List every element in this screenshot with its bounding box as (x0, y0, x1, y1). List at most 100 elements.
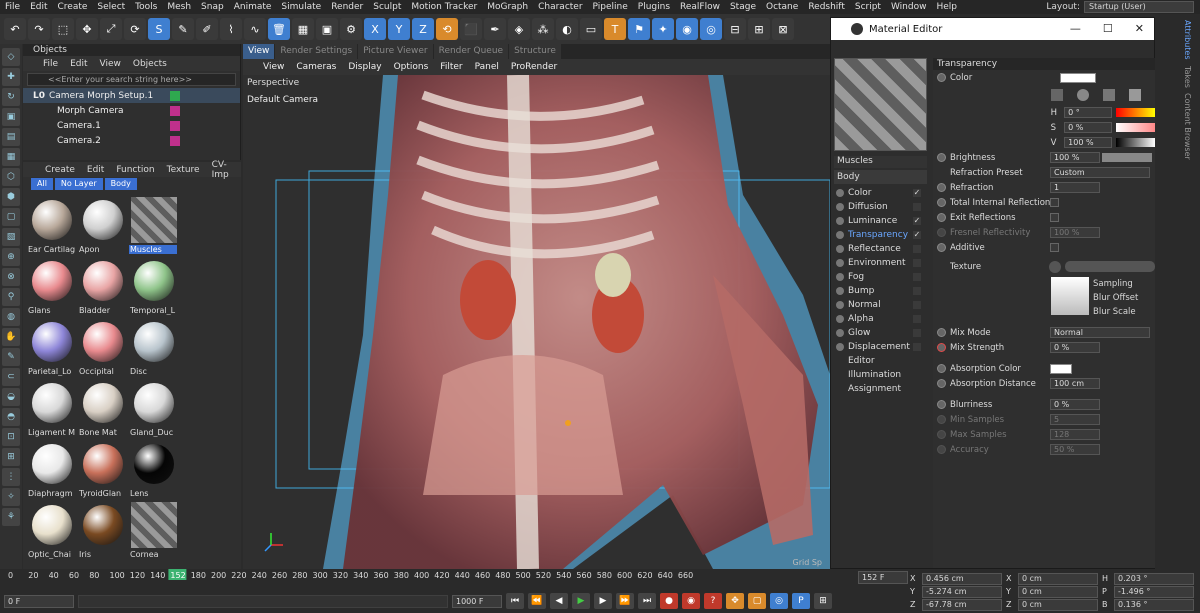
objects-menu-objects[interactable]: Objects (133, 59, 167, 69)
cloth-icon[interactable]: ✧ (2, 488, 20, 506)
channel-luminance[interactable]: Luminance ✓ (834, 214, 927, 228)
minimize-icon[interactable]: — (1070, 22, 1081, 35)
y-axis-icon[interactable]: Y (388, 18, 410, 40)
array-icon[interactable]: ⁂ (532, 18, 554, 40)
z-axis-icon[interactable]: Z (412, 18, 434, 40)
color-swatch[interactable] (1060, 72, 1096, 83)
autokey-icon[interactable]: ◉ (682, 593, 700, 609)
menu-tools[interactable]: Tools (130, 2, 162, 12)
animate-dot[interactable] (937, 183, 946, 192)
texture-preview[interactable] (1051, 277, 1089, 315)
channel-checkbox[interactable] (913, 329, 921, 337)
material-swatch[interactable]: Glans (27, 256, 77, 317)
channel-checkbox[interactable]: ✓ (913, 217, 921, 225)
close-icon[interactable]: ✕ (1135, 22, 1144, 35)
filter-all[interactable]: All (31, 178, 53, 190)
material-swatch[interactable]: Diaphragm (27, 439, 77, 500)
hsv-slider[interactable] (1116, 123, 1156, 132)
undo-icon[interactable]: ↶ (4, 18, 26, 40)
material-swatch[interactable]: Iris (78, 500, 128, 561)
channel-reflectance[interactable]: Reflectance (834, 242, 927, 256)
coord-field[interactable]: 0 cm (1018, 572, 1098, 585)
filter-body[interactable]: Body (104, 178, 137, 190)
model-mode-icon[interactable]: ◇ (2, 48, 20, 66)
menu-help[interactable]: Help (931, 2, 962, 12)
materials-menu-texture[interactable]: Texture (167, 165, 200, 175)
hsv-field[interactable]: 0 ° (1064, 107, 1113, 118)
tir-checkbox[interactable] (1050, 198, 1059, 207)
tab-render-settings[interactable]: Render Settings (275, 44, 358, 59)
render-settings-icon[interactable]: ⚙ (340, 18, 362, 40)
redshift-icon[interactable]: ◎ (700, 18, 722, 40)
view-menu-prorender[interactable]: ProRender (511, 62, 557, 72)
timeline-ruler[interactable]: 0 20 40 60 80 100 120 140 152 180 200 220 240 260 280 3… (0, 569, 850, 583)
axis-mode-icon[interactable]: ⊕ (2, 248, 20, 266)
quantize-icon[interactable]: ⋮ (2, 468, 20, 486)
menu-stage[interactable]: Stage (725, 2, 761, 12)
channel-glow[interactable]: Glow (834, 326, 927, 340)
animate-dot[interactable] (937, 364, 946, 373)
menu-create[interactable]: Create (53, 2, 93, 12)
texture-field[interactable] (1065, 261, 1155, 272)
locked-workplane-icon[interactable]: ⊡ (2, 428, 20, 446)
edges-mode-icon[interactable]: ⬢ (2, 188, 20, 206)
record-icon[interactable]: ● (660, 593, 678, 609)
texture-arrow-icon[interactable] (1049, 260, 1062, 273)
render-view-icon[interactable]: ▣ (316, 18, 338, 40)
material-swatch[interactable]: Disc (129, 317, 179, 378)
coord-field[interactable]: -1.496 ° (1114, 585, 1194, 598)
hsv-field[interactable]: 0 % (1064, 122, 1113, 133)
objects-menu-edit[interactable]: Edit (70, 59, 87, 69)
channel-diffusion[interactable]: Diffusion (834, 200, 927, 214)
rotate-icon[interactable]: ⟳ (124, 18, 146, 40)
param-key-icon[interactable]: P (792, 593, 810, 609)
material-swatch[interactable]: Cornea (129, 500, 179, 561)
object-row[interactable]: L0 Camera Morph Setup.1 (23, 88, 240, 103)
absorption-distance-field[interactable]: 100 cm (1050, 378, 1100, 389)
view-menu-panel[interactable]: Panel (475, 62, 499, 72)
snap-icon[interactable]: ⚑ (628, 18, 650, 40)
floor-icon[interactable]: ▭ (580, 18, 602, 40)
viewport-camera[interactable]: Default Camera (247, 95, 318, 105)
scale-icon[interactable]: ⤢ (100, 18, 122, 40)
camera-icon[interactable]: T (604, 18, 626, 40)
paint-icon[interactable]: ✎ (2, 348, 20, 366)
channel-transparency[interactable]: Transparency ✓ (834, 228, 927, 242)
refraction-preset-select[interactable]: Custom (1050, 167, 1150, 178)
tweak-mode-icon[interactable]: ⊗ (2, 268, 20, 286)
channel-checkbox[interactable]: ✓ (913, 189, 921, 197)
brightness-slider[interactable] (1102, 153, 1152, 162)
pen-icon[interactable]: ✒ (484, 18, 506, 40)
move-icon[interactable]: ✥ (76, 18, 98, 40)
mix-strength-field[interactable]: 0 % (1050, 342, 1100, 353)
material-swatch[interactable]: Temporal_L (129, 256, 179, 317)
menu-realflow[interactable]: RealFlow (675, 2, 725, 12)
material-preview[interactable] (834, 58, 927, 151)
exit-reflections-checkbox[interactable] (1050, 213, 1059, 222)
animate-dot[interactable] (937, 400, 946, 409)
animate-dot[interactable] (937, 415, 946, 424)
polygon-pen-icon[interactable]: ✐ (196, 18, 218, 40)
spline-icon[interactable]: ∿ (244, 18, 266, 40)
scale-key-icon[interactable]: ▢ (748, 593, 766, 609)
menu-motion-tracker[interactable]: Motion Tracker (406, 2, 482, 12)
channel-color[interactable]: Color ✓ (834, 186, 927, 200)
channel-environment[interactable]: Environment (834, 256, 927, 270)
coord-field[interactable]: 0 cm (1018, 585, 1098, 598)
prev-frame-icon[interactable]: ◀ (550, 593, 568, 609)
octane-icon[interactable]: ◉ (676, 18, 698, 40)
go-to-start-icon[interactable]: ⏮ (506, 593, 524, 609)
play-icon[interactable]: ▶ (572, 593, 590, 609)
material-name[interactable]: Muscles (834, 156, 927, 168)
objects-menu-view[interactable]: View (100, 59, 121, 69)
grid-icon[interactable]: ⊞ (748, 18, 770, 40)
animate-dot[interactable] (937, 228, 946, 237)
preview-range-bar[interactable] (78, 594, 448, 608)
materials-menu-create[interactable]: Create (45, 165, 75, 175)
tab-assignment[interactable]: Assignment (834, 382, 927, 396)
menu-sculpt[interactable]: Sculpt (368, 2, 406, 12)
material-swatch[interactable]: Apon (78, 195, 128, 256)
channel-checkbox[interactable] (913, 203, 921, 211)
animate-dot[interactable] (937, 198, 946, 207)
absorption-color-swatch[interactable] (1050, 363, 1072, 374)
